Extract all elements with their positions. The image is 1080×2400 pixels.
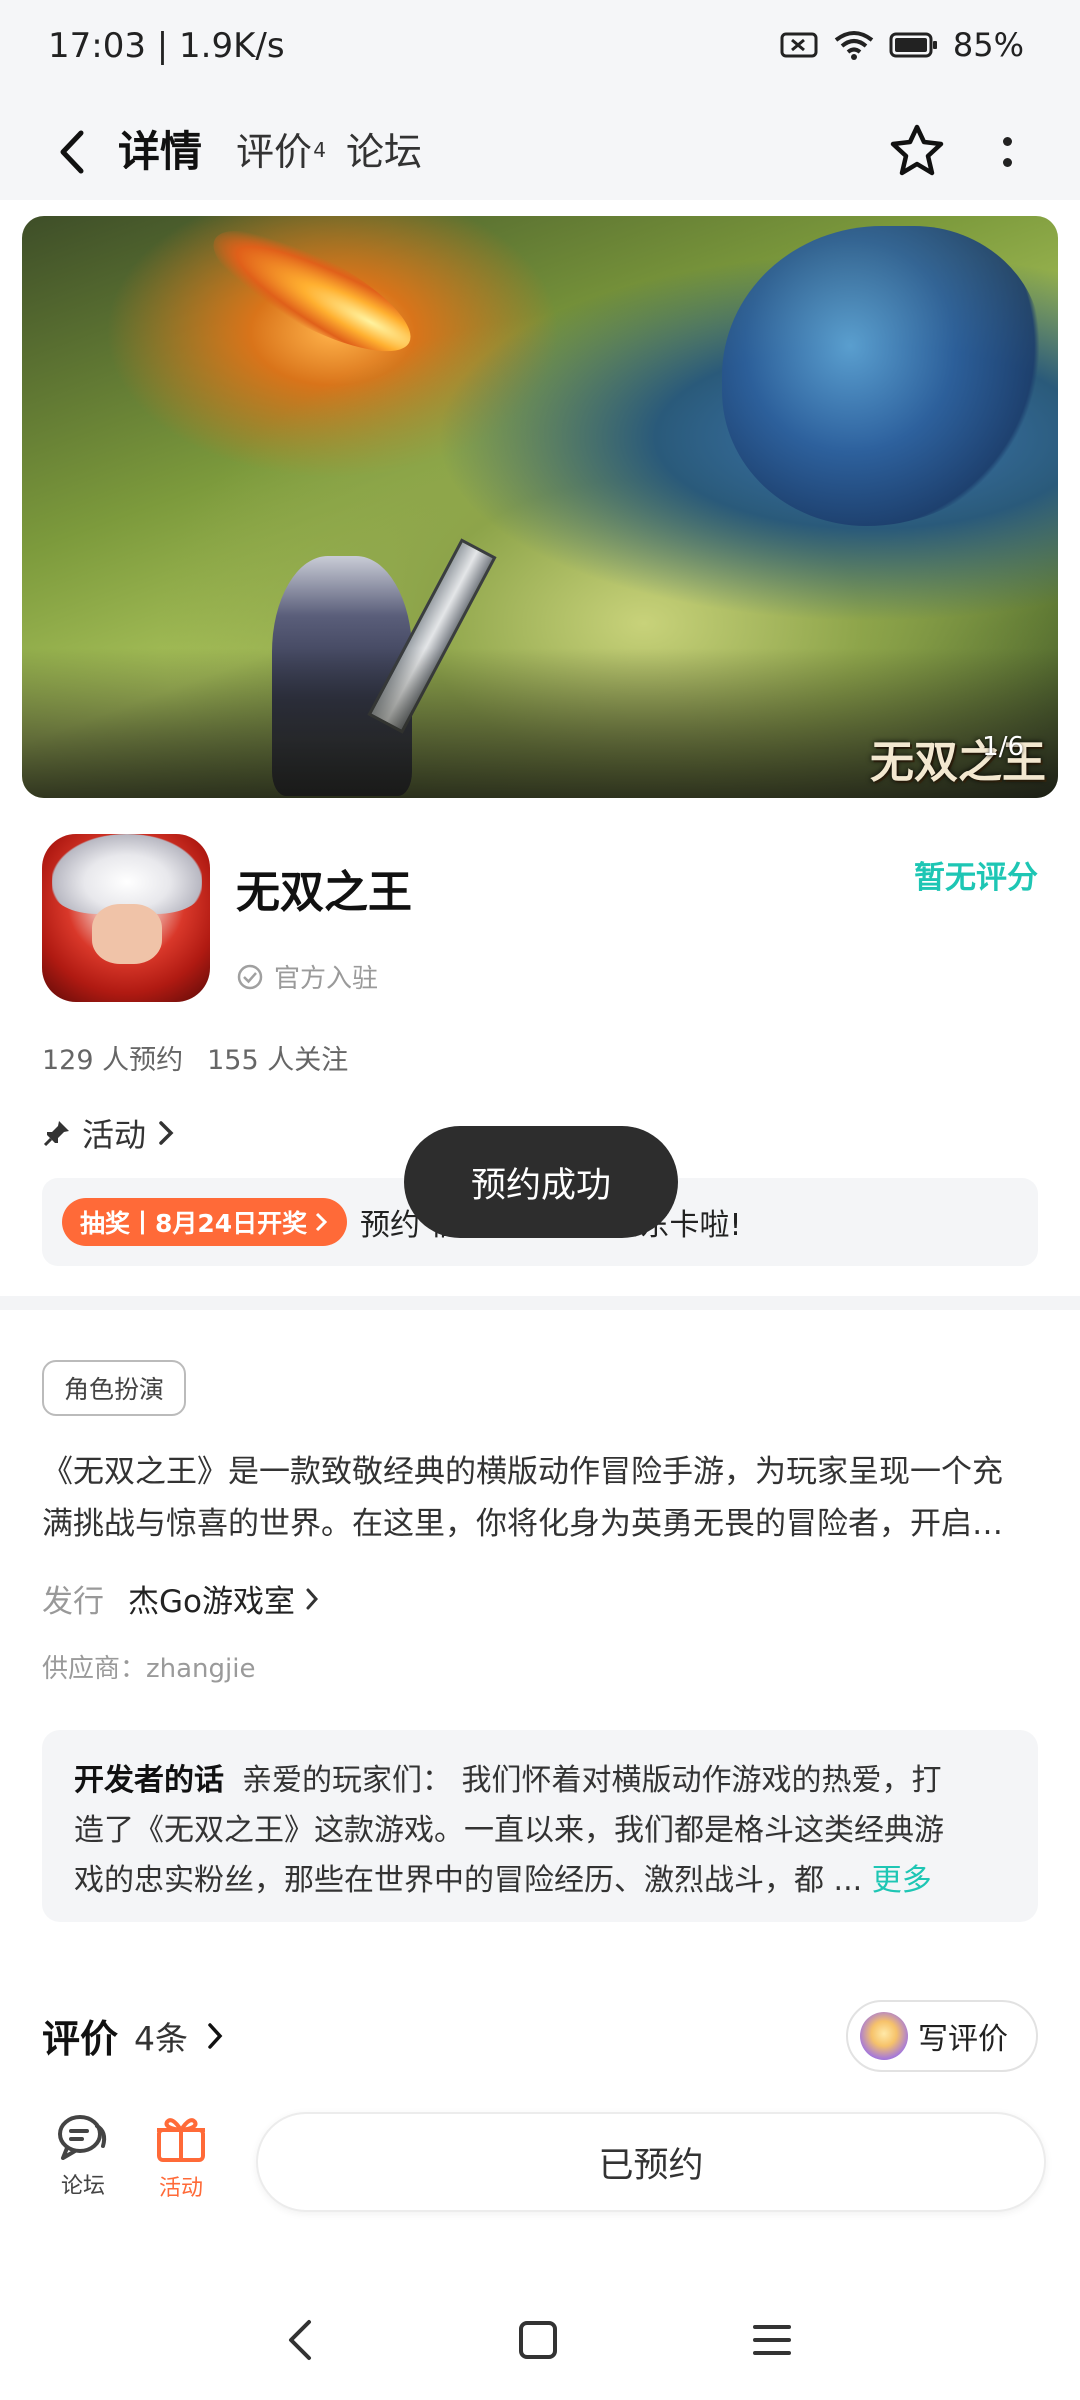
avatar: [860, 2012, 908, 2060]
more-dot-icon: [1002, 137, 1012, 146]
more-dot-icon: [1002, 158, 1012, 167]
menu-lines-icon: [753, 2325, 791, 2355]
activity-button[interactable]: 活动: [136, 2112, 226, 2202]
app-stats: 129 人预约 155 人关注: [42, 1038, 348, 1077]
write-review-label: 写评价: [918, 2022, 1008, 2057]
game-description[interactable]: 《无双之王》是一款致敬经典的横版动作冒险手游，为玩家呈现一个充 满挑战与惊喜的世…: [42, 1446, 1042, 1550]
reservation-success-toast: 预约成功: [404, 1126, 678, 1238]
developer-note-text: 戏的忠实粉丝，那些在世界中的冒险经历、激烈战斗，都 ...: [74, 1863, 863, 1898]
status-time-speed: 17:03 | 1.9K/s: [48, 26, 285, 66]
publisher-name: 杰Go游戏室: [128, 1576, 321, 1621]
system-menu-button[interactable]: [742, 2310, 802, 2370]
chevron-left-icon: [289, 2320, 311, 2360]
reviews-section-header[interactable]: 评价 4条: [42, 2008, 226, 2063]
banner-fireball: [198, 216, 426, 374]
publisher-name-text: 杰Go游戏室: [128, 1584, 295, 1620]
lottery-tag: 抽奖丨8月24日开奖: [62, 1198, 348, 1246]
verified-label: 官方入驻: [274, 964, 379, 994]
publisher-label: 发行: [42, 1584, 104, 1620]
reservation-count: 129 人预约: [42, 1045, 184, 1076]
chevron-right-icon: [159, 1121, 174, 1145]
chevron-right-icon: [306, 1588, 319, 1609]
publisher-row[interactable]: 发行 杰Go游戏室: [42, 1576, 321, 1621]
nav-bar: 详情 评价 4 论坛: [0, 100, 1080, 210]
verified-badge: 官方入驻: [236, 958, 378, 995]
system-navigation-bar: [0, 2290, 1080, 2390]
battery-icon: [889, 31, 939, 59]
app-icon: [42, 834, 210, 1002]
reserved-button[interactable]: 已预约: [256, 2112, 1046, 2212]
battery-percentage: 85%: [952, 26, 1024, 64]
rating-status: 暂无评分: [914, 860, 1038, 896]
tab-reviews-count: 4: [313, 138, 327, 162]
system-back-button[interactable]: [270, 2310, 330, 2370]
forum-button[interactable]: 论坛: [38, 2112, 128, 2200]
game-banner-image[interactable]: 无双之王 1/6: [22, 216, 1058, 798]
activity-section-header[interactable]: 活动: [42, 1110, 176, 1156]
back-button[interactable]: [44, 124, 100, 180]
star-icon: [890, 124, 944, 176]
tab-bar: 详情 评价 4 论坛: [114, 120, 422, 184]
description-line: 满挑战与惊喜的世界。在这里，你将化身为英勇无畏的冒险者，开启…: [42, 1506, 1003, 1542]
description-line: 《无双之王》是一款致敬经典的横版动作冒险手游，为玩家呈现一个充: [42, 1454, 1003, 1490]
more-options-button[interactable]: [982, 122, 1032, 182]
tab-details-label: 详情: [118, 127, 203, 176]
developer-note-text: 亲爱的玩家们： 我们怀着对横版动作游戏的热爱，打: [242, 1763, 942, 1798]
activity-section-title: 活动: [82, 1116, 147, 1154]
tab-forum-label: 论坛: [346, 130, 423, 174]
supplier-info: 供应商：zhangjie: [42, 1654, 256, 1684]
system-home-button[interactable]: [508, 2310, 568, 2370]
favorite-button[interactable]: [884, 118, 950, 184]
wifi-icon: [833, 29, 875, 61]
tab-forum[interactable]: 论坛: [346, 120, 422, 184]
gift-icon: [157, 2118, 205, 2162]
section-divider: [0, 1296, 1080, 1310]
forum-label: 论坛: [60, 2174, 105, 2199]
status-bar: 17:03 | 1.9K/s 85%: [0, 0, 1080, 100]
tab-reviews[interactable]: 评价 4: [236, 120, 326, 184]
reviews-title: 评价: [42, 2017, 119, 2061]
developer-note-title: 开发者的话: [74, 1763, 224, 1798]
chevron-right-icon: [316, 1212, 328, 1232]
chevron-right-icon: [208, 2022, 223, 2049]
reviews-count: 4条: [134, 2018, 189, 2058]
tab-details[interactable]: 详情: [114, 120, 207, 184]
forum-chat-icon: [58, 2115, 107, 2160]
back-arrow-icon: [60, 130, 84, 174]
developer-note-text: 造了《无双之王》这款游戏。一直以来，我们都是格斗这类经典游: [74, 1813, 944, 1848]
banner-dragon: [722, 226, 1042, 526]
developer-note-card[interactable]: 开发者的话 亲爱的玩家们： 我们怀着对横版动作游戏的热爱，打 造了《无双之王》这款…: [42, 1730, 1038, 1922]
no-sim-icon: [779, 30, 819, 60]
pin-icon: [43, 1121, 69, 1147]
status-icons: 85%: [779, 26, 1024, 64]
home-square-icon: [519, 2321, 557, 2359]
bottom-action-bar: 论坛 活动 已预约: [0, 2098, 1080, 2228]
more-link[interactable]: 更多: [872, 1863, 932, 1898]
write-review-button[interactable]: 写评价: [846, 2000, 1038, 2072]
follower-count: 155 人关注: [207, 1045, 349, 1076]
app-title: 无双之王: [236, 867, 412, 918]
activity-label: 活动: [158, 2176, 203, 2201]
banner-page-counter: 1/6: [982, 732, 1024, 762]
lottery-tag-label: 抽奖丨8月24日开奖: [80, 1209, 308, 1238]
tab-reviews-label: 评价: [236, 130, 313, 174]
check-circle-icon: [237, 964, 263, 989]
genre-tag[interactable]: 角色扮演: [42, 1360, 187, 1416]
